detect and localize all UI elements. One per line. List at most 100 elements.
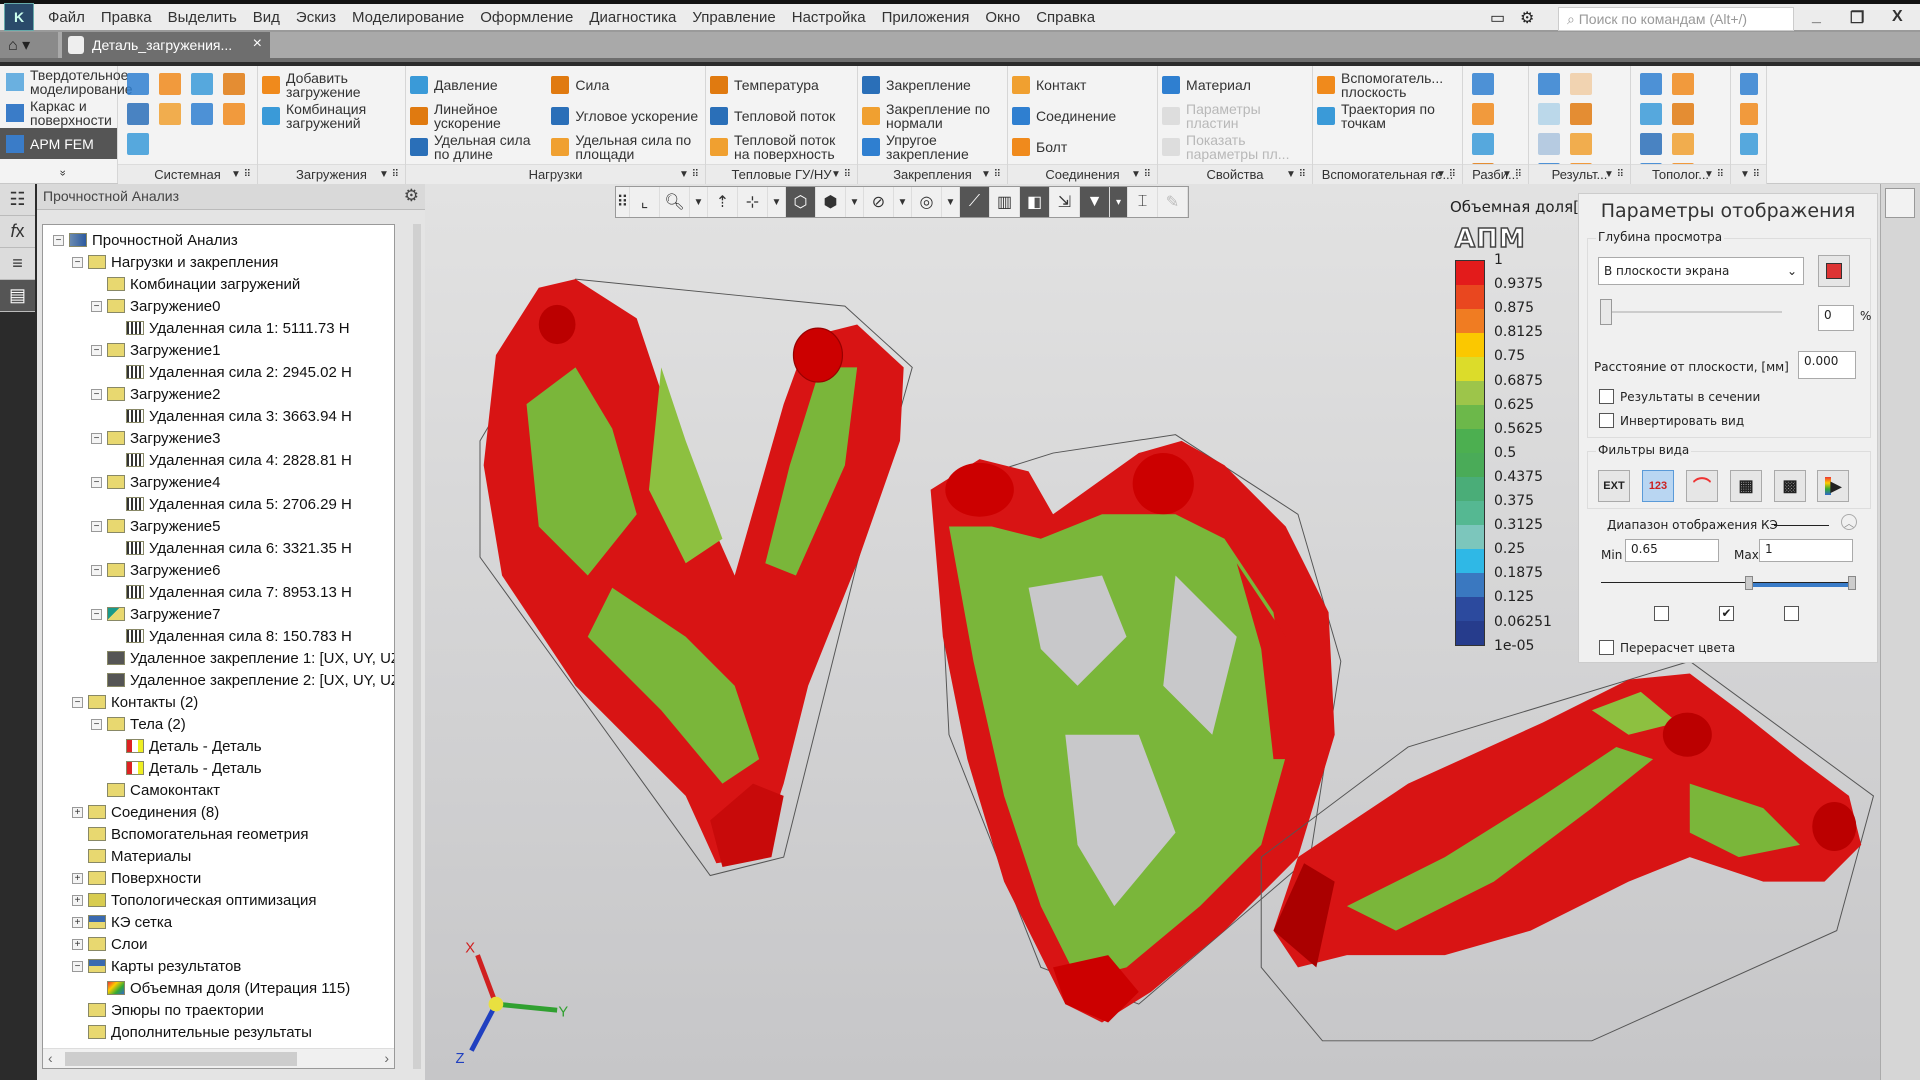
ribbon-icon-button[interactable] — [1570, 73, 1592, 95]
group-menu-icon[interactable]: ▼ ⠿ — [679, 165, 699, 185]
tree-item[interactable]: + КЭ сетка — [72, 911, 172, 933]
filter-values-button[interactable]: 123 — [1642, 470, 1674, 502]
layers-icon[interactable]: ≡ — [0, 248, 35, 280]
range-option-checkbox[interactable] — [1784, 606, 1799, 621]
range-slider[interactable] — [1601, 576, 1856, 590]
ribbon-button[interactable]: Давление — [410, 69, 545, 100]
select-icon[interactable]: ⇲ — [1050, 187, 1080, 217]
ribbon-button[interactable]: Удельная сила по длине — [410, 131, 545, 162]
group-menu-icon[interactable]: ▼ ⠿ — [1502, 165, 1522, 185]
group-menu-icon[interactable]: ▼ ⠿ — [1740, 165, 1760, 185]
display-style-icon[interactable]: ⬢ — [816, 187, 846, 217]
tree-item[interactable]: − Загружение1 — [91, 339, 220, 361]
slider-thumb[interactable] — [1600, 299, 1612, 325]
menu-item[interactable]: Вид — [245, 9, 288, 26]
ribbon-icon-button[interactable] — [1740, 133, 1758, 155]
ribbon-button[interactable]: Комбинация загружений — [262, 100, 401, 131]
ribbon-button[interactable]: Сила — [551, 69, 701, 100]
tree-item[interactable]: Самоконтакт — [91, 779, 220, 801]
recalc-color-checkbox[interactable] — [1599, 640, 1614, 655]
collapse-icon[interactable]: − — [91, 388, 102, 400]
gear-icon[interactable]: ⚙ — [404, 186, 419, 206]
analysis-panel-icon[interactable]: ▤ — [0, 280, 35, 312]
group-menu-icon[interactable]: ▼ ⠿ — [1704, 165, 1724, 185]
home-button[interactable]: ⌂ ▾ — [0, 32, 58, 58]
menu-item[interactable]: Окно — [977, 9, 1028, 26]
ribbon-button[interactable]: Добавить загружение — [262, 69, 401, 100]
collapse-icon[interactable]: − — [91, 718, 102, 730]
tree-item[interactable]: Объемная доля (Итерация 115) — [91, 977, 350, 999]
collapse-icon[interactable]: − — [91, 432, 102, 444]
layout-icon[interactable]: ▭ — [1490, 8, 1505, 28]
ribbon-icon-button[interactable] — [1538, 73, 1560, 95]
ribbon-icon-button[interactable] — [1640, 133, 1662, 155]
ribbon-button[interactable]: Болт — [1012, 131, 1116, 162]
tree-item[interactable]: Удаленное закрепление 1: [UX, UY, UZ, — [91, 647, 394, 669]
tree-item[interactable]: Деталь - Деталь — [110, 735, 262, 757]
zoom-icon[interactable]: 🔍︎ — [660, 187, 690, 217]
normal-view-icon[interactable]: ⇡ — [708, 187, 738, 217]
tree-item[interactable]: − Загружение0 — [91, 295, 220, 317]
menu-item[interactable]: Справка — [1028, 9, 1103, 26]
tree-item[interactable]: − Загружение7 — [91, 603, 220, 625]
collapse-icon[interactable]: − — [91, 300, 102, 312]
menu-item[interactable]: Правка — [93, 9, 160, 26]
crane-icon[interactable]: ⌶ — [1128, 187, 1158, 217]
tree-item[interactable]: Деталь - Деталь — [110, 757, 262, 779]
menu-item[interactable]: Диагностика — [581, 9, 684, 26]
chevron-down-icon[interactable]: ▼ — [942, 187, 960, 217]
tree-item[interactable]: − Загружение6 — [91, 559, 220, 581]
ribbon-button[interactable]: Траектория по точкам — [1317, 100, 1458, 131]
group-menu-icon[interactable]: ▼ ⠿ — [379, 165, 399, 185]
tree-item[interactable]: Удаленная сила 8: 150.783 Н — [110, 625, 352, 647]
group-menu-icon[interactable]: ▼ ⠿ — [981, 165, 1001, 185]
expand-icon[interactable]: + — [72, 916, 83, 928]
section-cube-button[interactable] — [1818, 255, 1850, 287]
range-min-handle[interactable] — [1745, 576, 1753, 590]
tree-item[interactable]: − Контакты (2) — [72, 691, 198, 713]
tree-item[interactable]: Удаленная сила 1: 5111.73 Н — [110, 317, 350, 339]
range-option-checkbox[interactable]: ✔ — [1719, 606, 1734, 621]
ribbon-button[interactable]: Параметры пластин — [1162, 100, 1308, 131]
toolbar-grip[interactable]: ⠿ — [616, 187, 630, 217]
ribbon-icon-button[interactable] — [1472, 133, 1494, 155]
collapse-icon[interactable]: − — [91, 476, 102, 488]
collapse-icon[interactable]: − — [91, 344, 102, 356]
scroll-left-icon[interactable]: ‹ — [48, 1050, 53, 1066]
ribbon-icon-button[interactable] — [191, 103, 213, 125]
section-results-checkbox[interactable] — [1599, 389, 1614, 404]
range-option-checkbox[interactable] — [1654, 606, 1669, 621]
collapse-icon[interactable]: − — [53, 234, 64, 246]
tree-item[interactable]: Комбинации загружений — [91, 273, 300, 295]
menu-item[interactable]: Файл — [40, 9, 93, 26]
maximize-button[interactable]: ❐ — [1850, 8, 1864, 28]
tree-item[interactable]: + Слои — [72, 933, 147, 955]
ribbon-button[interactable]: Тепловой поток — [710, 100, 853, 131]
ribbon-button[interactable]: Показать параметры пл... — [1162, 131, 1308, 162]
tab-document[interactable]: Деталь_загружения... × — [62, 32, 270, 58]
ribbon-icon-button[interactable] — [1672, 73, 1694, 95]
ribbon-button[interactable]: Контакт — [1012, 69, 1116, 100]
ribbon-icon-button[interactable] — [127, 73, 149, 95]
ribbon-icon-button[interactable] — [1570, 103, 1592, 125]
ribbon-button[interactable]: Закрепление по нормали — [862, 100, 1003, 131]
wireframe-icon[interactable]: ▩ — [1774, 470, 1806, 502]
depth-percent-input[interactable]: 0 — [1818, 305, 1854, 331]
play-colors-icon[interactable]: ▶ — [1817, 470, 1849, 502]
tree-item[interactable]: Вспомогательная геометрия — [72, 823, 309, 845]
tree-item[interactable]: Удаленная сила 2: 2945.02 Н — [110, 361, 352, 383]
ribbon-button[interactable]: Угловое ускорение — [551, 100, 701, 131]
depth-mode-select[interactable]: В плоскости экрана ⌄ — [1598, 257, 1804, 285]
tree-item[interactable]: − Нагрузки и закрепления — [72, 251, 278, 273]
tree-view-icon[interactable]: ☷ — [0, 184, 35, 216]
tree-item[interactable]: Удаленное закрепление 2: [UX, UY, UZ, — [91, 669, 394, 691]
max-input[interactable]: 1 — [1759, 539, 1853, 562]
tree-item[interactable]: − Тела (2) — [91, 713, 186, 735]
command-search-input[interactable]: ⌕ Поиск по командам (Alt+/) — [1558, 7, 1794, 31]
ribbon-icon-button[interactable] — [159, 103, 181, 125]
collapse-icon[interactable]: − — [72, 696, 83, 708]
expand-icon[interactable]: + — [72, 894, 83, 906]
collapse-icon[interactable]: − — [91, 520, 102, 532]
ribbon-button[interactable]: Тепловой поток на поверхность — [710, 131, 853, 162]
settings-icon[interactable]: ⚙ — [1520, 8, 1534, 28]
